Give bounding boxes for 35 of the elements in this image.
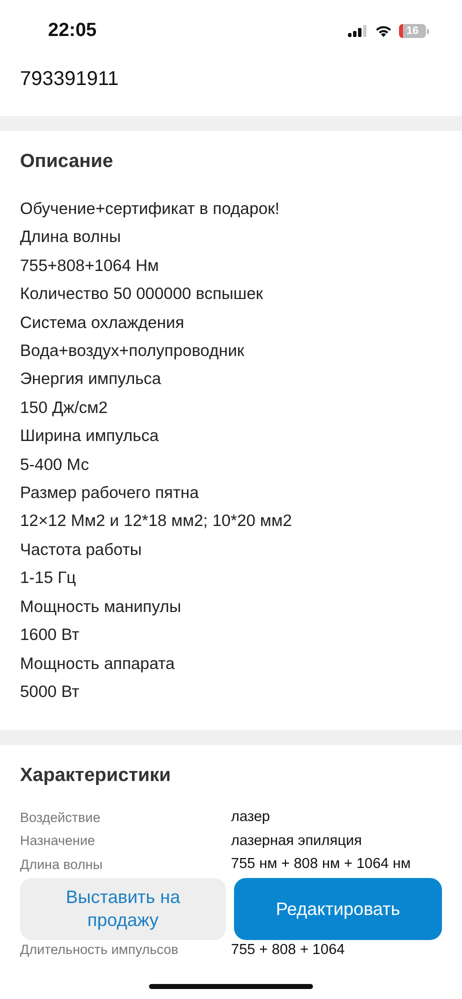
battery-icon: 16: [399, 24, 429, 38]
property-value: 755 + 808 + 1064: [231, 942, 345, 958]
description-line: Обучение+сертификат в подарок!: [20, 199, 280, 220]
description-line: Размер рабочего пятна: [20, 483, 200, 504]
description-line: 12×12 Мм2 и 12*18 мм2; 10*20 мм2: [20, 511, 293, 532]
description-line: Мощность аппарата: [20, 654, 176, 674]
description-line: 5-400 Мс: [20, 454, 90, 476]
sell-button[interactable]: Выставить на продажу: [20, 878, 226, 940]
section-title: Описание: [20, 151, 114, 173]
property-value: 755 нм + 808 нм + 1064 нм: [231, 856, 411, 872]
description-line: 755+808+1064 Нм: [20, 256, 160, 277]
description-line: 1600 Вт: [20, 625, 80, 646]
description-line: Длина волны: [20, 227, 122, 248]
description-line: Система охлаждения: [20, 312, 186, 334]
description-line: 5000 Вт: [20, 682, 80, 703]
property-label: Воздействие: [20, 810, 102, 825]
property-value: лазер: [231, 809, 270, 826]
description-line: Энергия импульса: [20, 369, 162, 390]
description-line: 150 Дж/см2: [20, 398, 109, 419]
property-label: Назначение: [20, 833, 96, 848]
property-label: Длительность импульсов: [20, 942, 180, 958]
description-line: 1-15 Гц: [20, 568, 77, 590]
listing-number: 793391911: [19, 67, 120, 92]
section-title: Характеристики: [20, 765, 172, 788]
property-value: лазерная эпиляция: [231, 832, 362, 849]
edit-button[interactable]: Редактировать: [234, 878, 442, 940]
wifi-icon: [375, 25, 392, 37]
property-label: Длина волны: [20, 856, 104, 872]
status-time: 22:05: [48, 20, 97, 42]
signal-icon: [348, 25, 368, 37]
description-line: Ширина импульса: [20, 426, 160, 448]
description-line: Вода+воздух+полупроводник: [20, 341, 246, 362]
description-line: Мощность манипулы: [20, 596, 182, 618]
description-line: Частота работы: [20, 540, 143, 561]
description-line: Количество 50 000000 вспышек: [20, 284, 264, 306]
